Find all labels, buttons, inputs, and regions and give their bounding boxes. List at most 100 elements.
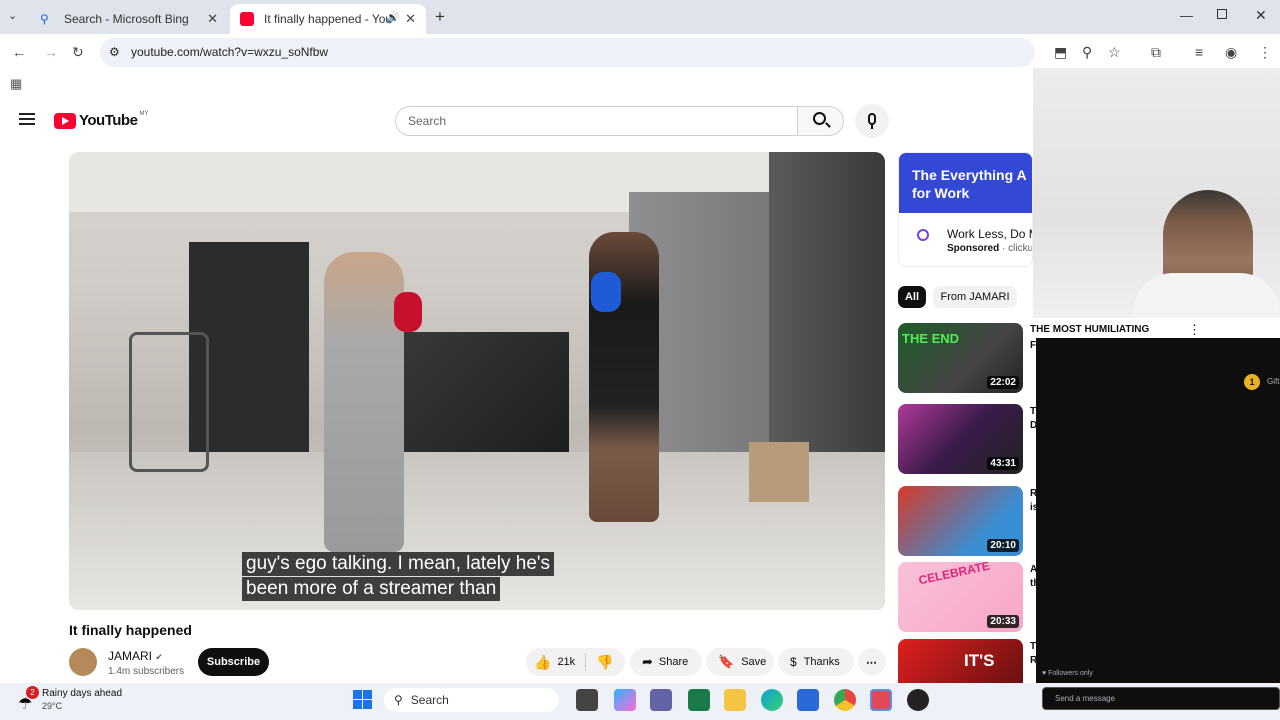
youtube-logo-icon xyxy=(54,112,76,129)
thanks-button[interactable]: $ Thanks xyxy=(778,648,854,676)
dislike-button[interactable]: 👎 xyxy=(586,654,613,671)
webcam-overlay xyxy=(1033,68,1280,318)
weather-title: Rainy days ahead xyxy=(42,688,123,699)
profile-icon[interactable]: ◉ xyxy=(1225,44,1237,61)
start-button[interactable] xyxy=(353,690,372,709)
file-explorer-icon[interactable] xyxy=(576,689,598,711)
clickup-logo-icon xyxy=(917,229,929,241)
window-close-button[interactable]: ✕ xyxy=(1255,7,1267,24)
edge-icon[interactable] xyxy=(761,689,783,711)
ad-sponsored: Sponsored · clickup.co xyxy=(947,243,1033,254)
followers-only-label: ♥ Followers only xyxy=(1042,670,1093,677)
like-button[interactable]: 👍 21k xyxy=(526,653,586,671)
forward-icon[interactable]: → xyxy=(44,44,58,60)
ad-banner: The Everything A for Work xyxy=(899,153,1032,213)
new-tab-button[interactable]: + xyxy=(435,7,445,27)
app-icon[interactable] xyxy=(907,689,929,711)
region-label: MY xyxy=(139,110,149,117)
back-icon[interactable]: ← xyxy=(12,44,26,60)
channel-name[interactable]: JAMARI ✔ xyxy=(108,649,163,663)
store-icon[interactable] xyxy=(797,689,819,711)
ad-title: Work Less, Do M xyxy=(947,227,1033,241)
search-input[interactable]: Search xyxy=(395,106,798,136)
search-button[interactable] xyxy=(797,106,844,136)
duration-badge: 20:10 xyxy=(987,539,1019,552)
install-icon[interactable]: ⬒ xyxy=(1054,44,1067,61)
more-actions-button[interactable]: ⋯ xyxy=(858,648,886,676)
media-control-icon[interactable]: ≡ xyxy=(1195,44,1203,60)
bookmark-icon: 🔖 xyxy=(718,654,735,669)
caption-line-1: guy's ego talking. I mean, lately he's xyxy=(242,552,555,576)
chip-all[interactable]: All xyxy=(898,286,926,308)
video-player[interactable]: guy's ego talking. I mean, lately he's b… xyxy=(69,152,885,610)
chrome-icon[interactable] xyxy=(834,689,856,711)
stream-chat: 1 Gift ♥ Followers only xyxy=(1036,338,1280,683)
menu-icon[interactable]: ⋮ xyxy=(1258,44,1272,61)
caption-line-2: been more of a streamer than xyxy=(242,577,501,601)
recommendation-thumbnail[interactable]: THE END 22:02 xyxy=(898,323,1023,393)
duration-badge: 20:33 xyxy=(987,615,1019,628)
folder-icon[interactable] xyxy=(724,689,746,711)
tab-label: Search - Microsoft Bing xyxy=(64,12,189,26)
youtube-logo-text: YouTube xyxy=(79,112,138,129)
thumbnail-text: THE END xyxy=(902,331,960,346)
tab-search-button[interactable]: ⌄ xyxy=(8,9,17,22)
weather-temp: 29°C xyxy=(42,701,63,711)
chip-from-channel[interactable]: From JAMARI xyxy=(933,286,1017,308)
reload-icon[interactable]: ↻ xyxy=(72,44,84,61)
browser-toolbar: ← → ↻ ⚙ youtube.com/watch?v=wxzu_soNfbw … xyxy=(0,34,1280,70)
share-icon: ➦ xyxy=(642,654,653,669)
voice-search-button[interactable] xyxy=(855,104,889,138)
recommendation-thumbnail[interactable]: CELEBRATE 20:33 xyxy=(898,562,1023,632)
minimize-button[interactable]: — xyxy=(1180,8,1193,23)
tab-strip: ⌄ ⚲ Search - Microsoft Bing ✕ It finally… xyxy=(0,0,1280,34)
hamburger-menu-icon[interactable] xyxy=(19,113,35,125)
close-icon[interactable]: ✕ xyxy=(207,11,218,27)
speaker-icon[interactable]: 🔊 xyxy=(386,11,400,24)
taskbar-search[interactable]: ⚲ Search xyxy=(384,688,559,712)
microphone-icon xyxy=(868,113,876,125)
close-icon[interactable]: ✕ xyxy=(405,11,416,27)
url-text: youtube.com/watch?v=wxzu_soNfbw xyxy=(131,45,329,59)
streamer-shoulders xyxy=(1133,273,1280,318)
recommendation-thumbnail[interactable]: 20:10 xyxy=(898,486,1023,556)
subscribe-button[interactable]: Subscribe xyxy=(198,648,269,676)
recommendation-thumbnail[interactable]: IT'S xyxy=(898,639,1023,683)
thumbnail-text: CELEBRATE xyxy=(917,562,992,588)
bookmark-star-icon[interactable]: ☆ xyxy=(1108,44,1121,61)
more-options-icon[interactable]: ⋮ xyxy=(1188,322,1201,338)
search-icon: ⚲ xyxy=(40,12,49,26)
tab-youtube[interactable]: It finally happened - YouTube 🔊 ✕ xyxy=(230,4,426,34)
weather-widget[interactable]: ☂ 2 Rainy days ahead 29°C xyxy=(16,686,166,716)
like-dislike-group: 👍 21k 👎 xyxy=(526,648,625,676)
recommendation-thumbnail[interactable]: 43:31 xyxy=(898,404,1023,474)
gift-badge[interactable]: 1 xyxy=(1244,374,1260,390)
active-app-icon[interactable] xyxy=(870,689,892,711)
youtube-logo[interactable]: YouTube MY xyxy=(54,110,149,129)
tab-bing[interactable]: ⚲ Search - Microsoft Bing ✕ xyxy=(30,4,228,34)
chat-message-input[interactable]: Send a message xyxy=(1042,687,1280,710)
app-icon[interactable] xyxy=(688,689,710,711)
subscriber-count: 1.4m subscribers xyxy=(108,666,185,677)
share-button[interactable]: ➦ Share xyxy=(630,648,702,676)
youtube-icon xyxy=(240,12,254,26)
thumbs-down-icon: 👎 xyxy=(596,653,614,670)
thumbs-up-icon: 👍 xyxy=(534,653,552,670)
zoom-icon[interactable]: ⚲ xyxy=(1082,44,1092,61)
maximize-button[interactable] xyxy=(1217,9,1227,19)
teams-icon[interactable] xyxy=(650,689,672,711)
heart-icon: ♥ xyxy=(1042,670,1047,677)
thanks-icon: $ xyxy=(790,655,797,669)
recommendation-title[interactable]: THE MOST HUMILIATING xyxy=(1030,324,1149,335)
duration-badge: 43:31 xyxy=(987,457,1019,470)
video-title: It finally happened xyxy=(69,622,192,638)
extensions-icon[interactable]: ⧉ xyxy=(1151,44,1161,61)
save-button[interactable]: 🔖 Save xyxy=(706,648,774,676)
site-info-icon[interactable]: ⚙ xyxy=(109,38,120,67)
search-icon: ⚲ xyxy=(394,693,403,707)
apps-icon[interactable]: ▦ xyxy=(10,76,22,92)
channel-avatar[interactable] xyxy=(69,648,97,676)
address-bar[interactable]: ⚙ youtube.com/watch?v=wxzu_soNfbw xyxy=(100,38,1035,67)
copilot-icon[interactable] xyxy=(614,689,636,711)
sponsored-ad[interactable]: The Everything A for Work Work Less, Do … xyxy=(898,152,1033,267)
